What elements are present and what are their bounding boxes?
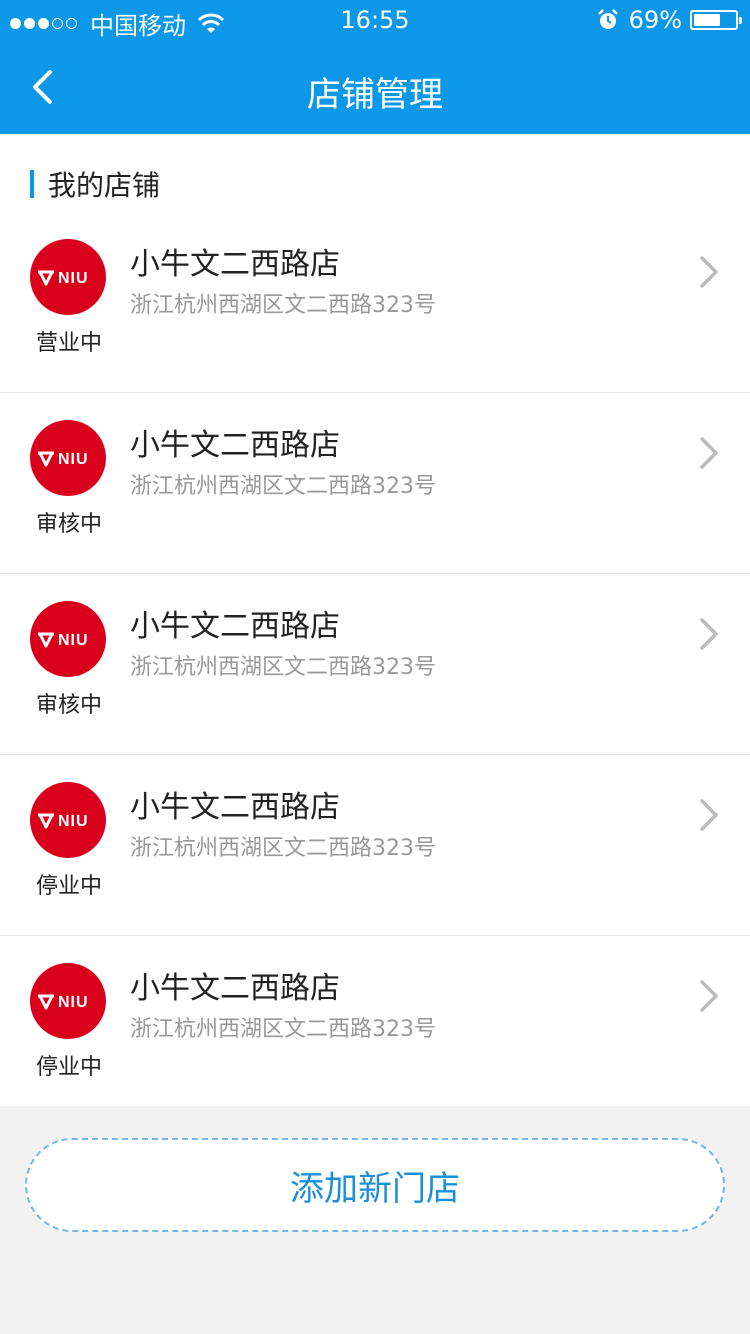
- logo-text: NIU: [58, 451, 89, 468]
- section-header: 我的店铺: [30, 164, 160, 204]
- store-list-item[interactable]: NIU 审核中 小牛文二西路店 浙江杭州西湖区文二西路323号: [0, 393, 750, 574]
- store-name: 小牛文二西路店: [130, 428, 340, 463]
- add-store-button[interactable]: 添加新门店: [25, 1138, 725, 1232]
- status-right: 69%: [597, 6, 742, 34]
- status-bar: 中国移动 16:55 69%: [0, 0, 750, 40]
- chevron-right-icon: [700, 980, 718, 1012]
- store-logo: NIU: [30, 601, 106, 677]
- logo-text: NIU: [58, 632, 89, 649]
- logo-text: NIU: [58, 994, 89, 1011]
- section-accent-bar: [30, 170, 34, 198]
- store-list: NIU 营业中 小牛文二西路店 浙江杭州西湖区文二西路323号 NIU 审核中 …: [0, 212, 750, 1117]
- battery-percent: 69%: [628, 6, 682, 34]
- store-list-item[interactable]: NIU 营业中 小牛文二西路店 浙江杭州西湖区文二西路323号: [0, 212, 750, 393]
- niu-logo-icon: NIU: [38, 632, 89, 649]
- store-name: 小牛文二西路店: [130, 790, 340, 825]
- logo-text: NIU: [58, 813, 89, 830]
- store-list-item[interactable]: NIU 停业中 小牛文二西路店 浙江杭州西湖区文二西路323号: [0, 755, 750, 936]
- store-address: 浙江杭州西湖区文二西路323号: [130, 293, 436, 318]
- battery-icon: [690, 10, 742, 30]
- alarm-clock-icon: [597, 9, 618, 29]
- store-content: 我的店铺 NIU 营业中 小牛文二西路店 浙江杭州西湖区文二西路323号 NIU…: [0, 134, 750, 1106]
- store-name: 小牛文二西路店: [130, 609, 340, 644]
- store-status: 停业中: [35, 874, 102, 899]
- store-logo: NIU: [30, 782, 106, 858]
- chevron-right-icon: [700, 437, 718, 469]
- store-address: 浙江杭州西湖区文二西路323号: [130, 836, 436, 861]
- chevron-right-icon: [700, 618, 718, 650]
- store-list-item[interactable]: NIU 停业中 小牛文二西路店 浙江杭州西湖区文二西路323号: [0, 936, 750, 1117]
- store-logo: NIU: [30, 420, 106, 496]
- store-status: 营业中: [35, 331, 102, 356]
- store-logo: NIU: [30, 963, 106, 1039]
- store-status: 审核中: [35, 693, 102, 718]
- footer-area: 添加新门店: [0, 1106, 750, 1334]
- logo-text: NIU: [58, 270, 89, 287]
- store-name: 小牛文二西路店: [130, 247, 340, 282]
- store-status: 停业中: [35, 1055, 102, 1080]
- niu-logo-icon: NIU: [38, 451, 89, 468]
- niu-logo-icon: NIU: [38, 994, 89, 1011]
- store-name: 小牛文二西路店: [130, 971, 340, 1006]
- store-address: 浙江杭州西湖区文二西路323号: [130, 474, 436, 499]
- store-logo: NIU: [30, 239, 106, 315]
- store-status: 审核中: [35, 512, 102, 537]
- store-address: 浙江杭州西湖区文二西路323号: [130, 655, 436, 680]
- niu-logo-icon: NIU: [38, 813, 89, 830]
- section-title: 我的店铺: [48, 169, 161, 202]
- niu-logo-icon: NIU: [38, 270, 89, 287]
- navigation-bar: 店铺管理: [0, 40, 750, 134]
- store-address: 浙江杭州西湖区文二西路323号: [130, 1017, 436, 1042]
- chevron-right-icon: [700, 799, 718, 831]
- chevron-right-icon: [700, 256, 718, 288]
- battery-fill: [694, 14, 721, 26]
- store-list-item[interactable]: NIU 审核中 小牛文二西路店 浙江杭州西湖区文二西路323号: [0, 574, 750, 755]
- page-title: 店铺管理: [307, 75, 443, 115]
